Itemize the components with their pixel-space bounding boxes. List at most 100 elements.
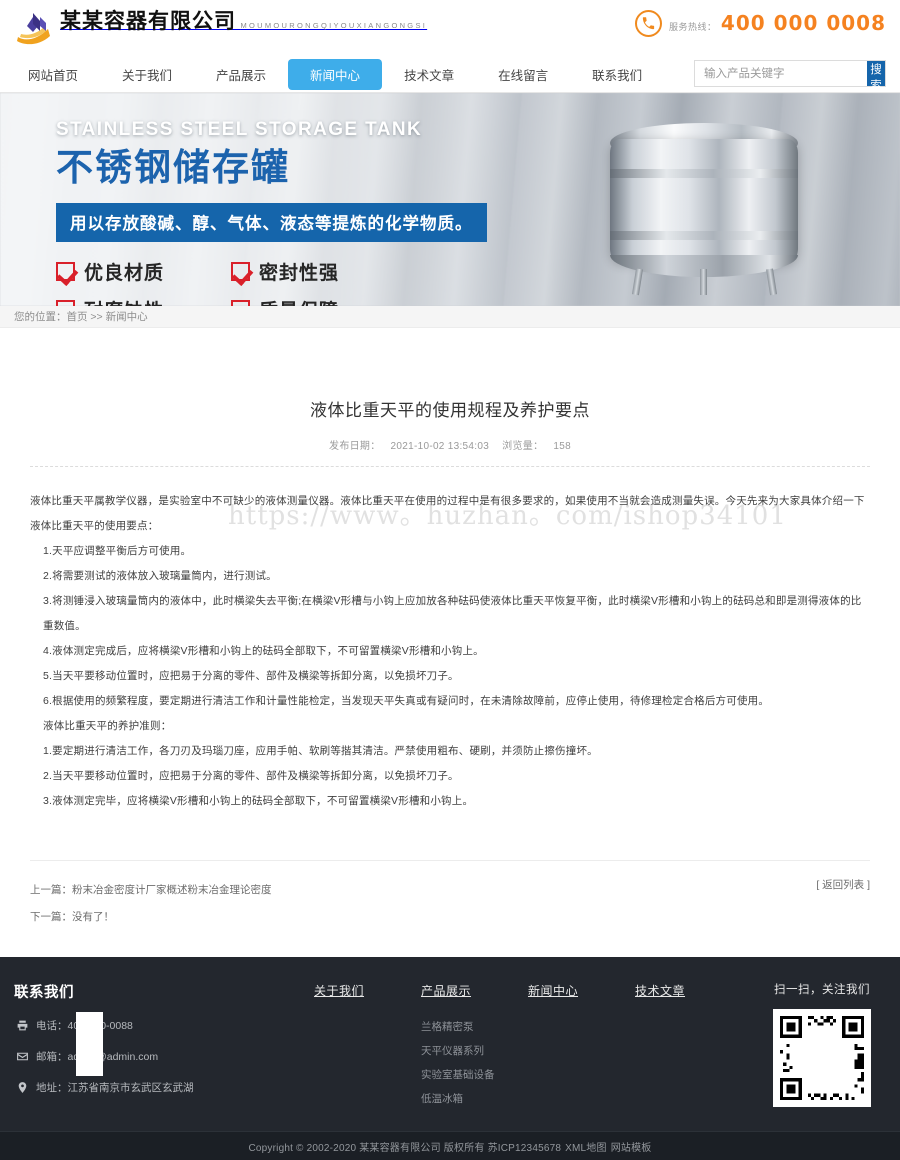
article-date-label: 发布日期： [329, 441, 381, 452]
next-article-row: 下一篇：没有了！ [30, 904, 870, 931]
qr-label: 扫一扫，关注我们 [774, 984, 870, 996]
footer-column-title-about[interactable]: 关于我们 [314, 984, 364, 998]
search-button[interactable]: 搜索 [867, 61, 885, 92]
copyright-text: Copyright © 2002-2020 某某容器有限公司 版权所有 苏ICP… [248, 1139, 651, 1154]
footer-product-link[interactable]: 兰格精密泵 [421, 1021, 474, 1033]
article-meta: 发布日期： 2021-10-02 13:54:03 浏览量： 158 [30, 437, 870, 452]
hotline-texts: 服务热线： 400 000 0008 [669, 10, 886, 35]
banner-subtitle: 用以存放酸碱、醇、气体、液态等提炼的化学物质。 [56, 202, 487, 242]
banner-feature-label: 密封性强 [259, 262, 340, 284]
nav-link-contact[interactable]: 联系我们 [570, 59, 664, 90]
prev-article-row: 上一篇：粉末冶金密度计厂家概述粉末冶金理论密度 [30, 877, 870, 904]
article-paragraph: 1.天平应调整平衡后方可使用。 [43, 545, 192, 557]
article-paragraph: 3.将测锤浸入玻璃量筒内的液体中，此时横梁失去平衡;在横梁V形槽与小钩上应加放各… [43, 595, 862, 632]
footer-contact-email: 邮箱：admin@admin.com [14, 1049, 314, 1064]
hero-banner: STAINLESS STEEL STORAGE TANK 不锈钢储存罐 用以存放… [0, 93, 900, 306]
banner-feature-label: 优良材质 [84, 262, 165, 284]
prev-article-link[interactable]: 粉末冶金密度计厂家概述粉末冶金理论密度 [72, 884, 272, 896]
article-footer-nav: 上一篇：粉末冶金密度计厂家概述粉末冶金理论密度 下一篇：没有了！ [ 返回列表 … [30, 860, 870, 957]
footer-column-title-products[interactable]: 产品展示 [421, 984, 471, 998]
footer-product-links: 兰格精密泵 天平仪器系列 实验室基础设备 低温冰箱 [421, 1017, 528, 1107]
article-paragraph: 液体比重天平属教学仪器，是实验室中不可缺少的液体测量仪器。液体比重天平在使用的过… [30, 495, 865, 532]
check-icon [56, 261, 75, 281]
nav-link-message[interactable]: 在线留言 [476, 59, 570, 90]
footer-link-item: 实验室基础设备 [421, 1065, 528, 1083]
mail-icon [14, 1050, 30, 1063]
footer-product-link[interactable]: 天平仪器系列 [421, 1045, 484, 1057]
next-label: 下一篇： [30, 911, 72, 923]
nav-item: 网站首页 [6, 59, 100, 90]
nav-link-news[interactable]: 新闻中心 [288, 58, 383, 90]
nav-link-home[interactable]: 网站首页 [6, 59, 100, 90]
footer-column-articles: 技术文章 [635, 981, 742, 1113]
site-footer: 联系我们 电话：400-000-0088 邮箱：admin@admin.com … [0, 957, 900, 1131]
footer-column-about: 关于我们 [314, 981, 421, 1113]
breadcrumb-prefix: 您的位置： [14, 311, 67, 323]
article-container: 液体比重天平的使用规程及养护要点 发布日期： 2021-10-02 13:54:0… [0, 328, 900, 957]
footer-inner: 联系我们 电话：400-000-0088 邮箱：admin@admin.com … [14, 981, 886, 1113]
footer-column-products: 产品展示 兰格精密泵 天平仪器系列 实验室基础设备 低温冰箱 [421, 981, 528, 1113]
banner-feature-label: 质量保障 [259, 296, 339, 306]
occlusion-block [76, 1012, 103, 1076]
footer-column-title-articles[interactable]: 技术文章 [635, 984, 685, 998]
nav-item: 关于我们 [100, 59, 194, 90]
location-icon [14, 1081, 30, 1094]
banner-feature: 质量保障 [231, 296, 487, 306]
check-icon [231, 299, 250, 306]
search-box: 搜索 [694, 60, 886, 92]
website-template-link[interactable]: 网站模板 [611, 1143, 652, 1154]
copyright-main: Copyright © 2002-2020 某某容器有限公司 版权所有 苏ICP… [248, 1142, 562, 1154]
footer-contact-column: 联系我们 电话：400-000-0088 邮箱：admin@admin.com … [14, 981, 314, 1113]
footer-link-item: 天平仪器系列 [421, 1041, 528, 1059]
breadcrumb-separator: >> [87, 311, 106, 323]
article-paragraph: 5.当天平要移动位置时，应把易于分离的零件、部件及横梁等拆卸分离，以免损坏刀子。 [43, 670, 459, 682]
qr-code-svg [777, 1013, 867, 1103]
article-body: https://www。huzhan。com/ishop34101 液体比重天平… [30, 467, 870, 814]
nav-link-products[interactable]: 产品展示 [194, 59, 288, 90]
footer-column-news: 新闻中心 [528, 981, 635, 1113]
site-logo[interactable]: 某某容器有限公司 MOUMOURONGQIYOUXIANGONGSI [14, 7, 427, 47]
banner-feature: 密封性强 [231, 258, 487, 285]
nav-item: 联系我们 [570, 59, 664, 90]
next-article-text: 没有了！ [72, 911, 114, 923]
article-paragraph: 2.当天平要移动位置时，应把易于分离的零件、部件及横梁等拆卸分离，以免损坏刀子。 [43, 770, 459, 782]
hotline-number: 400 000 0008 [720, 10, 886, 35]
footer-product-link[interactable]: 低温冰箱 [421, 1093, 463, 1105]
article-paragraph: 3.液体测定完毕，应将横梁V形槽和小钩上的砝码全部取下，不可留置横梁V形槽和小钩… [43, 795, 474, 807]
footer-address-text: 地址：江苏省南京市玄武区玄武湖 [36, 1082, 194, 1094]
main-navigation: 网站首页 关于我们 产品展示 新闻中心 技术文章 在线留言 联系我们 搜索 [0, 55, 900, 93]
breadcrumb-link-current[interactable]: 新闻中心 [106, 311, 148, 323]
nav-link-about[interactable]: 关于我们 [100, 59, 194, 90]
footer-column-title-news[interactable]: 新闻中心 [528, 984, 578, 998]
article-date-value: 2021-10-02 13:54:03 [390, 441, 490, 452]
breadcrumb: 您的位置：首页 >> 新闻中心 [0, 306, 900, 328]
search-input[interactable] [695, 61, 867, 86]
logo-mark-icon [14, 7, 54, 47]
article-views-label: 浏览量： [502, 441, 544, 452]
footer-qr-column: 扫一扫，关注我们 [758, 981, 886, 1113]
banner-title-en: STAINLESS STEEL STORAGE TANK [56, 119, 423, 140]
copyright-bar: Copyright © 2002-2020 某某容器有限公司 版权所有 苏ICP… [0, 1131, 900, 1160]
footer-product-link[interactable]: 实验室基础设备 [421, 1069, 495, 1081]
xml-sitemap-link[interactable]: XML地图 [565, 1143, 607, 1154]
footer-contact-title: 联系我们 [14, 985, 74, 1001]
phone-icon [634, 10, 662, 37]
site-header: 某某容器有限公司 MOUMOURONGQIYOUXIANGONGSI 服务热线：… [0, 0, 900, 55]
article-paragraph: 4.液体测定完成后，应将横梁V形槽和小钩上的砝码全部取下，不可留置横梁V形槽和小… [43, 645, 484, 657]
logo-text: 某某容器有限公司 MOUMOURONGQIYOUXIANGONGSI [60, 7, 427, 33]
breadcrumb-link-home[interactable]: 首页 [67, 311, 88, 323]
nav-item: 技术文章 [382, 59, 476, 90]
nav-link-articles[interactable]: 技术文章 [382, 59, 476, 90]
storage-tank-image [596, 109, 812, 296]
banner-feature-list: 优良材质 密封性强 耐腐蚀性 质量保障 [56, 258, 487, 306]
article-paragraph: 2.将需要测试的液体放入玻璃量筒内，进行测试。 [43, 570, 277, 582]
nav-item: 产品展示 [194, 59, 288, 90]
banner-feature: 优良材质 [56, 258, 231, 285]
footer-link-item: 低温冰箱 [421, 1089, 528, 1107]
hotline-block: 服务热线： 400 000 0008 [634, 10, 886, 37]
article-paragraph: 液体比重天平的养护准则： [43, 720, 172, 732]
footer-contact-phone: 电话：400-000-0088 [14, 1018, 314, 1033]
nav-item: 在线留言 [476, 59, 570, 90]
breadcrumb-text: 您的位置：首页 >> 新闻中心 [14, 309, 148, 324]
back-to-list-link[interactable]: [ 返回列表 ] [816, 877, 870, 892]
